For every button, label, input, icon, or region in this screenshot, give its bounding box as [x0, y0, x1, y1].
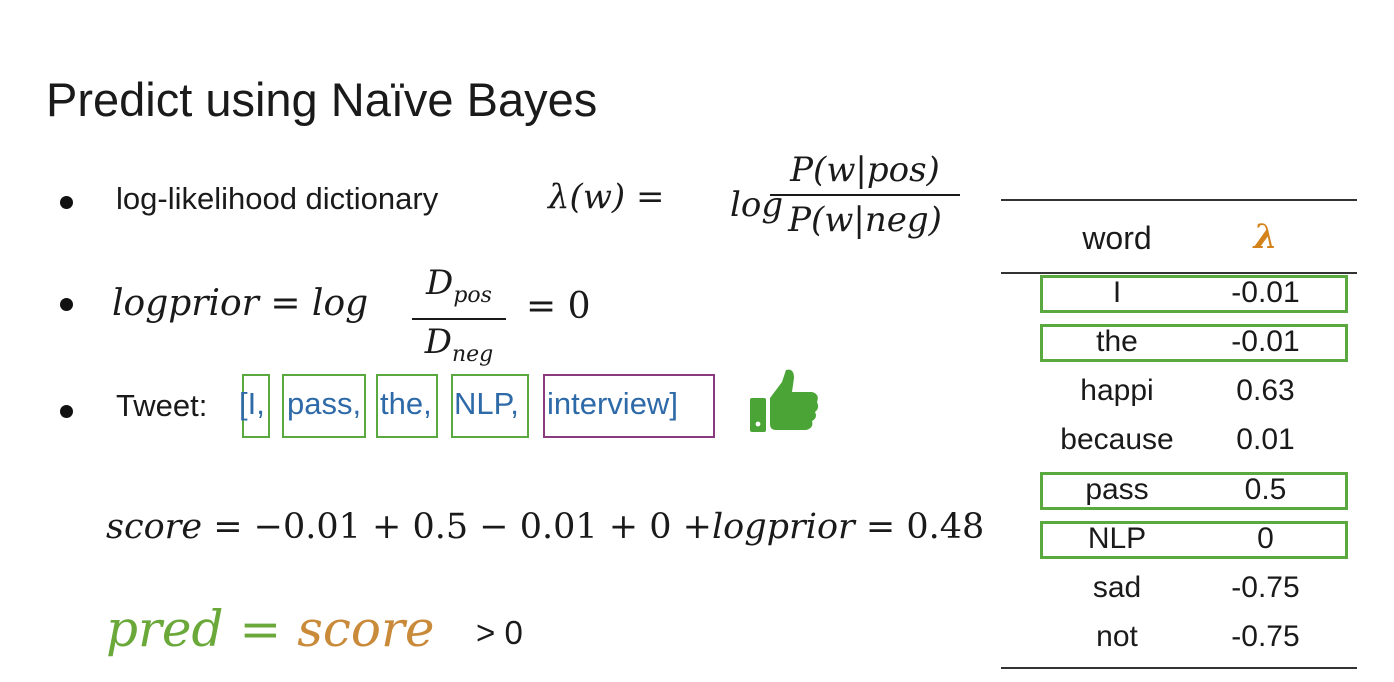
- prior-den-sub: neg: [451, 341, 494, 367]
- table-cell-value: 0: [1257, 522, 1274, 555]
- slide-title: Predict using Naïve Bayes: [46, 73, 598, 126]
- score-terms: = −0.01 + 0.5 − 0.01 + 0 +: [202, 507, 712, 547]
- tweet-token: pass,: [287, 386, 362, 421]
- prior-denominator: Dneg: [412, 323, 506, 374]
- fraction-numerator: P(w|pos): [790, 150, 940, 190]
- table-header-word: word: [1082, 220, 1152, 256]
- log-likelihood-label: log-likelihood dictionary: [116, 181, 439, 216]
- tweet-label: Tweet:: [116, 388, 208, 423]
- score-logprior: logprior: [711, 507, 855, 547]
- tweet-token: [I,: [239, 386, 265, 421]
- bullet-point: [60, 405, 73, 418]
- table-top-rule: [1001, 199, 1357, 201]
- table-cell-value: -0.01: [1231, 325, 1300, 358]
- table-cell-value: -0.01: [1231, 276, 1300, 309]
- fraction-denominator: P(w|neg): [788, 200, 942, 240]
- table-header-rule: [1001, 272, 1357, 274]
- score-result: = 0.48: [854, 507, 985, 547]
- table-cell-value: 0.63: [1236, 374, 1295, 407]
- pred-equals: =: [223, 600, 298, 658]
- pred-score: score: [297, 600, 435, 658]
- lambda-lhs: λ(w) =: [548, 177, 665, 217]
- tweet-token: the,: [380, 386, 432, 421]
- fraction-bar: [412, 317, 506, 320]
- score-equation: score = −0.01 + 0.5 − 0.01 + 0 +logprior…: [106, 507, 984, 547]
- likelihood-fraction: P(w|pos) P(w|neg): [770, 150, 960, 240]
- prediction-equation: pred = score: [106, 600, 434, 658]
- table-cell-word: because: [1060, 423, 1174, 456]
- table-cell-word: sad: [1092, 571, 1142, 604]
- table-header-lambda: λ: [1253, 217, 1278, 257]
- pred-symbol: pred: [106, 600, 224, 658]
- table-cell-word: NLP: [1087, 522, 1147, 555]
- score-symbol: score: [106, 507, 203, 547]
- table-cell-word: I: [1112, 276, 1122, 309]
- table-cell-word: the: [1096, 325, 1138, 358]
- fraction-bar: [770, 194, 960, 196]
- table-cell-word: happi: [1080, 374, 1154, 407]
- prior-den-base: D: [424, 321, 452, 362]
- tweet-token: NLP,: [454, 386, 519, 421]
- thumbs-up-icon: [750, 369, 819, 432]
- tweet-token: interview]: [547, 386, 678, 421]
- bullet-point: [60, 196, 73, 209]
- table-cell-value: 0.01: [1236, 423, 1295, 456]
- prior-numerator: Dpos: [412, 264, 506, 315]
- table-cell-value: 0.5: [1244, 473, 1287, 506]
- logprior-lhs: logprior = log: [112, 283, 369, 324]
- table-bottom-rule: [1001, 667, 1357, 669]
- table-cell-value: -0.75: [1231, 620, 1300, 653]
- pred-comparison: > 0: [476, 614, 523, 651]
- prior-num-base: D: [426, 263, 454, 303]
- bullet-point: [60, 298, 73, 311]
- table-cell-value: -0.75: [1231, 571, 1300, 604]
- table-cell-word: pass: [1085, 473, 1149, 506]
- prior-num-sub: pos: [453, 282, 492, 308]
- logprior-rhs: = 0: [526, 286, 591, 327]
- prior-fraction: Dpos Dneg: [412, 264, 506, 374]
- table-cell-word: not: [1096, 620, 1138, 653]
